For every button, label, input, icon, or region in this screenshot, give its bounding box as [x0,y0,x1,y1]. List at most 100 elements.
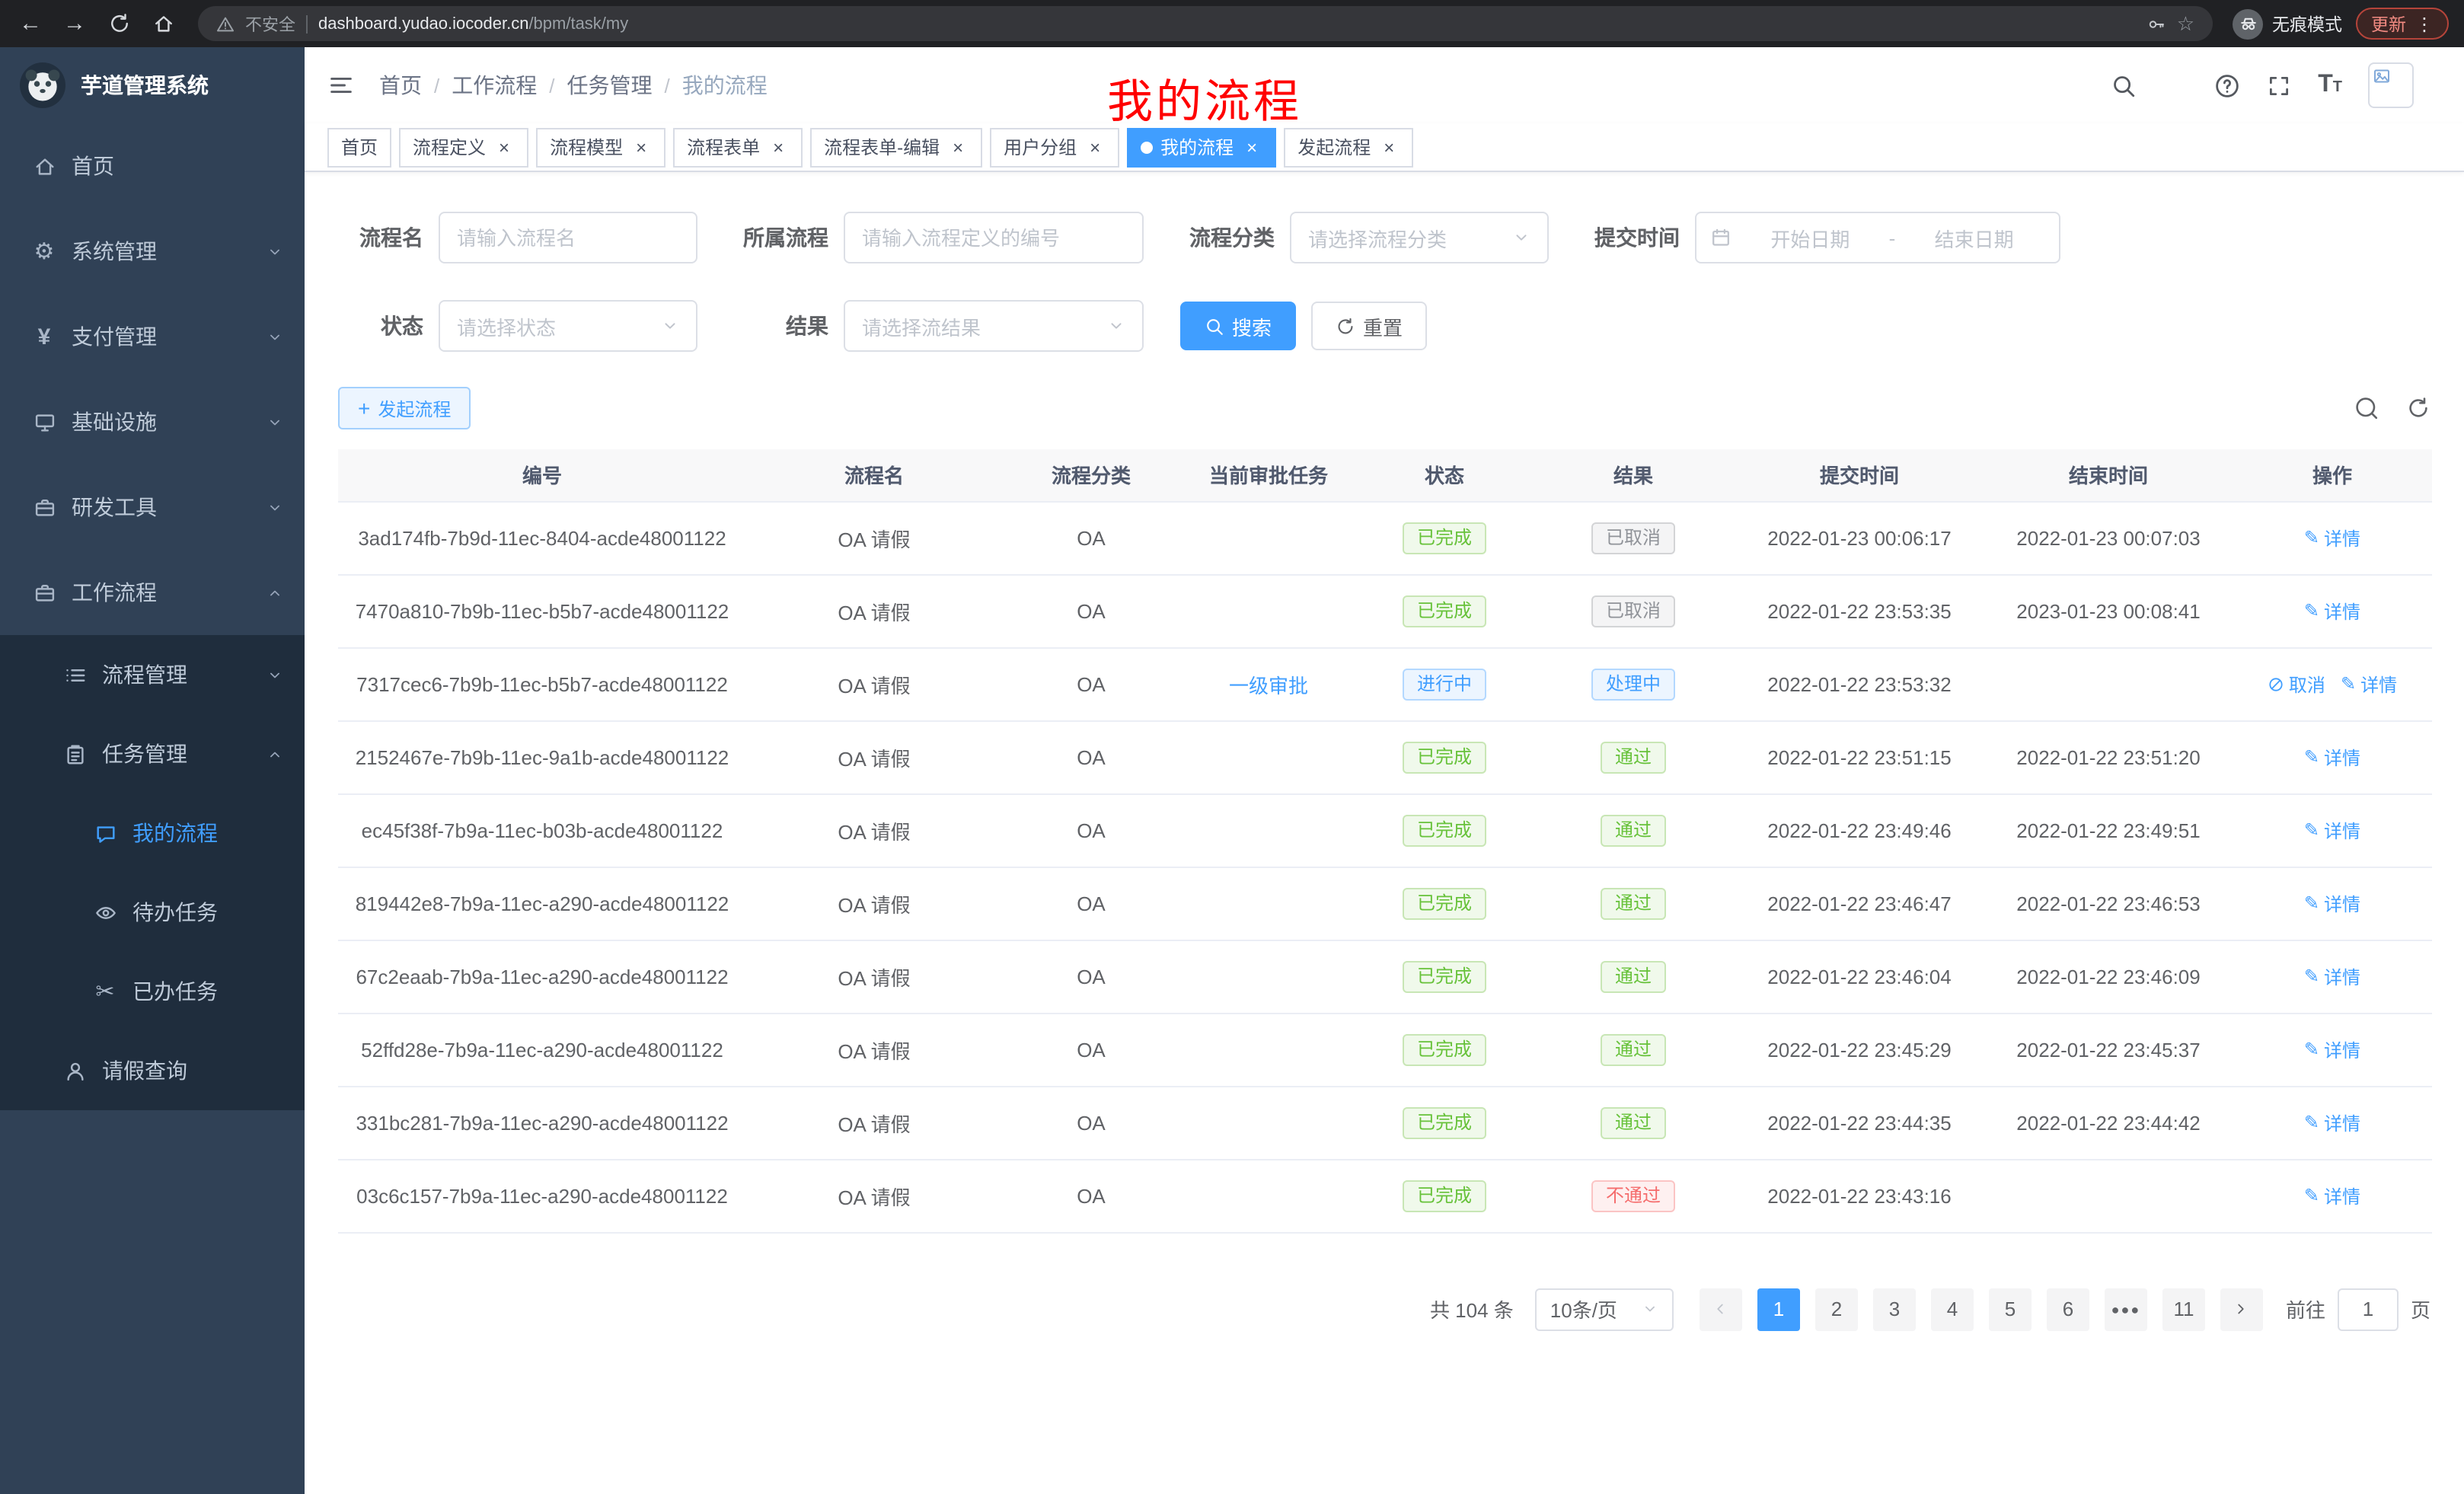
detail-action-link[interactable]: ✎详情 [2304,1109,2360,1135]
help-icon[interactable] [2214,72,2240,98]
cell-result: 通过 [1532,720,1735,793]
reset-button[interactable]: 重置 [1311,302,1427,350]
page-button-1[interactable]: 1 [1757,1288,1800,1330]
filter-row-2: 状态 请选择状态 结果 请选择流结果 [338,300,2430,352]
submit-time-range[interactable]: 开始日期 - 结束日期 [1695,212,2060,263]
detail-action-link[interactable]: ✎详情 [2341,671,2397,697]
search-button[interactable]: 搜索 [1180,302,1296,350]
sidebar-item-payment-management[interactable]: ¥支付管理 [0,294,305,379]
next-page-button[interactable] [2220,1288,2263,1330]
bookmark-star-icon[interactable]: ☆ [2177,11,2194,36]
breadcrumb-item[interactable]: 工作流程 [452,70,537,101]
cell-id: 03c6c157-7b9a-11ec-a290-acde48001122 [338,1159,746,1232]
font-size-icon[interactable]: TT [2318,72,2342,99]
sidebar-item-infrastructure[interactable]: 基础设施 [0,379,305,464]
tab-用户分组[interactable]: 用户分组× [990,127,1119,167]
status-label: 状态 [338,311,423,341]
search-icon[interactable] [2111,72,2137,98]
fullscreen-icon[interactable] [2266,72,2292,98]
category-select[interactable]: 请选择流程分类 [1290,212,1549,263]
sidebar-item-dev-tools[interactable]: 研发工具 [0,464,305,550]
browser-back-icon[interactable]: ← [15,5,46,42]
sidebar-item-my-process[interactable]: 我的流程 [0,793,305,873]
cell-id: 2152467e-7b9b-11ec-9a1b-acde48001122 [338,720,746,793]
goto-page-input[interactable] [2338,1288,2399,1330]
process-definition-input[interactable] [844,212,1144,263]
app-logo[interactable]: 芋道管理系统 [0,47,305,123]
detail-action-link[interactable]: ✎详情 [2304,525,2360,551]
create-process-button[interactable]: + 发起流程 [338,387,471,429]
result-select[interactable]: 请选择流结果 [844,300,1144,352]
browser-update-button[interactable]: 更新 ⋮ [2356,8,2449,40]
detail-action-link[interactable]: ✎详情 [2304,598,2360,624]
page-button-5[interactable]: 5 [1989,1288,2032,1330]
tab-流程模型[interactable]: 流程模型× [536,127,665,167]
sidebar-item-done-tasks[interactable]: ✂已办任务 [0,952,305,1031]
page-button-11[interactable]: 11 [2162,1288,2205,1330]
sidebar-item-leave-query[interactable]: 请假查询 [0,1031,305,1110]
browser-reload-icon[interactable] [104,5,134,42]
close-icon[interactable]: × [768,136,789,158]
close-icon[interactable]: × [493,136,515,158]
sidebar-item-workflow[interactable]: 工作流程 [0,550,305,635]
detail-action-link[interactable]: ✎详情 [2304,817,2360,843]
status-select[interactable]: 请选择状态 [439,300,697,352]
tab-流程表单[interactable]: 流程表单× [673,127,803,167]
cell-category: OA [1002,501,1180,574]
close-icon[interactable]: × [1084,136,1106,158]
tab-首页[interactable]: 首页 [327,127,391,167]
sidebar-item-label: 待办任务 [132,897,218,927]
sidebar-item-task-management[interactable]: 任务管理 [0,714,305,793]
process-name-input[interactable] [439,212,697,263]
browser-home-icon[interactable] [148,5,178,42]
sidebar: 芋道管理系统 首页⚙系统管理¥支付管理基础设施研发工具工作流程流程管理任务管理我… [0,47,305,1494]
image-placeholder-icon [2373,67,2391,85]
toggle-search-icon[interactable] [2354,396,2379,420]
cancel-action-link[interactable]: 取消 [2268,671,2325,697]
sidebar-item-todo-tasks[interactable]: 待办任务 [0,873,305,952]
browser-menu-icon[interactable]: ⋮ [2415,13,2434,34]
page-button-2[interactable]: 2 [1815,1288,1858,1330]
sidebar-toggle-icon[interactable] [327,72,355,99]
address-bar[interactable]: 不安全 dashboard.yudao.iocoder.cn/bpm/task/… [198,6,2213,41]
table-row: ec45f38f-7b9a-11ec-b03b-acde48001122OA 请… [338,793,2432,867]
edit-icon: ✎ [2304,602,2319,620]
page-button-6[interactable]: 6 [2047,1288,2089,1330]
page-button-4[interactable]: 4 [1931,1288,1974,1330]
more-pages-button[interactable]: ●●● [2105,1288,2147,1330]
password-key-icon[interactable] [2148,14,2166,33]
close-icon[interactable]: × [1241,136,1262,158]
sidebar-item-home[interactable]: 首页 [0,123,305,209]
cell-process-name: OA 请假 [746,720,1002,793]
breadcrumb-item[interactable]: 首页 [379,70,422,101]
sidebar-item-system-management[interactable]: ⚙系统管理 [0,209,305,294]
github-icon[interactable] [2162,72,2188,98]
detail-action-link[interactable]: ✎详情 [2304,744,2360,770]
cell-category: OA [1002,940,1180,1013]
sidebar-item-process-management[interactable]: 流程管理 [0,635,305,714]
detail-action-link[interactable]: ✎详情 [2304,963,2360,989]
house-icon [30,155,58,177]
result-tag: 通过 [1601,960,1665,992]
current-task-link[interactable]: 一级审批 [1229,674,1308,697]
page-size-select[interactable]: 10条/页 [1535,1288,1674,1330]
avatar[interactable] [2368,62,2414,108]
tab-我的流程[interactable]: 我的流程× [1127,127,1276,167]
breadcrumb-item[interactable]: 任务管理 [567,70,653,101]
prev-page-button[interactable] [1700,1288,1742,1330]
close-icon[interactable]: × [1378,136,1400,158]
refresh-icon[interactable] [2406,396,2430,420]
detail-action-link[interactable]: ✎详情 [2304,1183,2360,1208]
browser-forward-icon[interactable]: → [59,5,90,42]
cell-submit-time: 2022-01-22 23:44:35 [1735,1086,1984,1159]
close-icon[interactable]: × [630,136,652,158]
detail-action-link[interactable]: ✎详情 [2304,890,2360,916]
close-icon[interactable]: × [947,136,969,158]
tab-流程表单-编辑[interactable]: 流程表单-编辑× [810,127,982,167]
detail-action-link[interactable]: ✎详情 [2304,1036,2360,1062]
tab-发起流程[interactable]: 发起流程× [1284,127,1413,167]
page-button-3[interactable]: 3 [1873,1288,1916,1330]
tab-流程定义[interactable]: 流程定义× [399,127,528,167]
caret-down-icon[interactable] [2426,78,2441,93]
sidebar-item-label: 研发工具 [72,492,157,522]
